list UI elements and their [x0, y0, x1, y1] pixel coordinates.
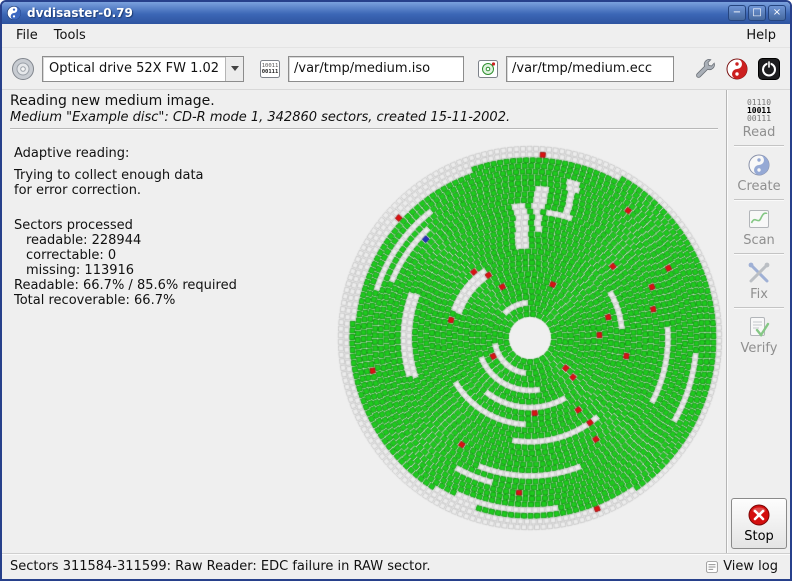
readable-summary: Readable: 66.7% / 85.6% required	[14, 278, 237, 293]
separator	[10, 128, 718, 130]
sidebar: 01110 10011 00111 Read Create	[726, 90, 790, 553]
menu-help[interactable]: Help	[738, 25, 784, 46]
drive-select-value: Optical drive 52X FW 1.02	[43, 61, 225, 76]
titlebar: dvdisaster-0.79 − □ ×	[2, 2, 790, 24]
stop-label: Stop	[744, 529, 774, 544]
stop-button[interactable]: Stop	[731, 498, 787, 549]
drive-select[interactable]: Optical drive 52X FW 1.02	[42, 56, 244, 82]
app-window: dvdisaster-0.79 − □ × File Tools Help Op…	[0, 0, 792, 581]
separator	[734, 307, 784, 309]
correctable-count: correctable: 0	[14, 248, 237, 263]
fix-label: Fix	[750, 287, 768, 302]
action-title: Reading new medium image.	[10, 93, 718, 109]
log-icon	[705, 560, 719, 574]
close-button[interactable]: ×	[768, 5, 786, 21]
tools-icon	[747, 261, 771, 285]
view-log-label: View log	[723, 559, 778, 574]
scan-label: Scan	[743, 233, 775, 248]
total-summary: Total recoverable: 66.7%	[14, 293, 237, 308]
iso-path-input[interactable]	[288, 56, 464, 82]
toolbar: Optical drive 52X FW 1.02 10011 00111	[2, 48, 790, 90]
dvdisaster-logo-icon[interactable]	[6, 5, 22, 21]
read-button[interactable]: 01110 10011 00111 Read	[731, 94, 787, 144]
verify-check-icon	[747, 315, 771, 339]
preferences-button[interactable]	[692, 56, 718, 82]
red-disc-icon	[725, 57, 749, 81]
processed-title: Sectors processed	[14, 218, 237, 233]
readable-count: readable: 228944	[14, 233, 237, 248]
content-area: Reading new medium image. Medium "Exampl…	[2, 90, 790, 553]
about-button[interactable]	[724, 56, 750, 82]
medium-info: Medium "Example disc": CD-R mode 1, 3428…	[10, 110, 718, 125]
action-status: Reading new medium image. Medium "Exampl…	[2, 90, 726, 132]
wrench-icon	[693, 57, 717, 81]
separator	[734, 145, 784, 147]
maximize-button[interactable]: □	[748, 5, 766, 21]
separator	[734, 253, 784, 255]
ecc-file-icon	[476, 57, 500, 81]
window-title: dvdisaster-0.79	[27, 6, 728, 20]
fix-button[interactable]: Fix	[731, 256, 787, 306]
missing-count: missing: 113916	[14, 263, 237, 278]
statusbar: Sectors 311584-311599: Raw Reader: EDC f…	[2, 553, 790, 579]
menu-tools[interactable]: Tools	[46, 25, 94, 46]
view-log-button[interactable]: View log	[701, 558, 782, 575]
menu-file[interactable]: File	[8, 25, 46, 46]
drive-status-icon[interactable]	[10, 56, 36, 82]
quit-button[interactable]	[756, 56, 782, 82]
adaptive-line2: for error correction.	[14, 183, 237, 198]
svg-text:00111: 00111	[262, 69, 279, 75]
read-label: Read	[743, 125, 776, 140]
minimize-button[interactable]: −	[728, 5, 746, 21]
status-message: Sectors 311584-311599: Raw Reader: EDC f…	[10, 559, 695, 574]
combo-arrow-button[interactable]	[225, 57, 243, 81]
main-column: Reading new medium image. Medium "Exampl…	[2, 90, 726, 553]
create-button[interactable]: Create	[731, 148, 787, 198]
scan-button[interactable]: Scan	[731, 202, 787, 252]
create-label: Create	[737, 179, 780, 194]
stop-icon	[747, 503, 771, 527]
verify-button[interactable]: Verify	[731, 310, 787, 360]
chart-icon	[747, 207, 771, 231]
binary-icon: 01110 10011 00111	[747, 99, 771, 123]
cd-drive-icon	[11, 57, 35, 81]
menubar: File Tools Help	[2, 24, 790, 48]
ecc-path-input[interactable]	[506, 56, 674, 82]
image-file-icon: 10011 00111	[258, 57, 282, 81]
drawing-area: Adaptive reading: Trying to collect enou…	[2, 132, 726, 553]
reading-info: Adaptive reading: Trying to collect enou…	[14, 146, 237, 308]
verify-label: Verify	[741, 341, 778, 356]
adaptive-line1: Trying to collect enough data	[14, 168, 237, 183]
chevron-down-icon	[231, 66, 239, 71]
yinyang-icon	[747, 153, 771, 177]
adaptive-title: Adaptive reading:	[14, 146, 237, 161]
power-icon	[757, 57, 781, 81]
separator	[734, 199, 784, 201]
